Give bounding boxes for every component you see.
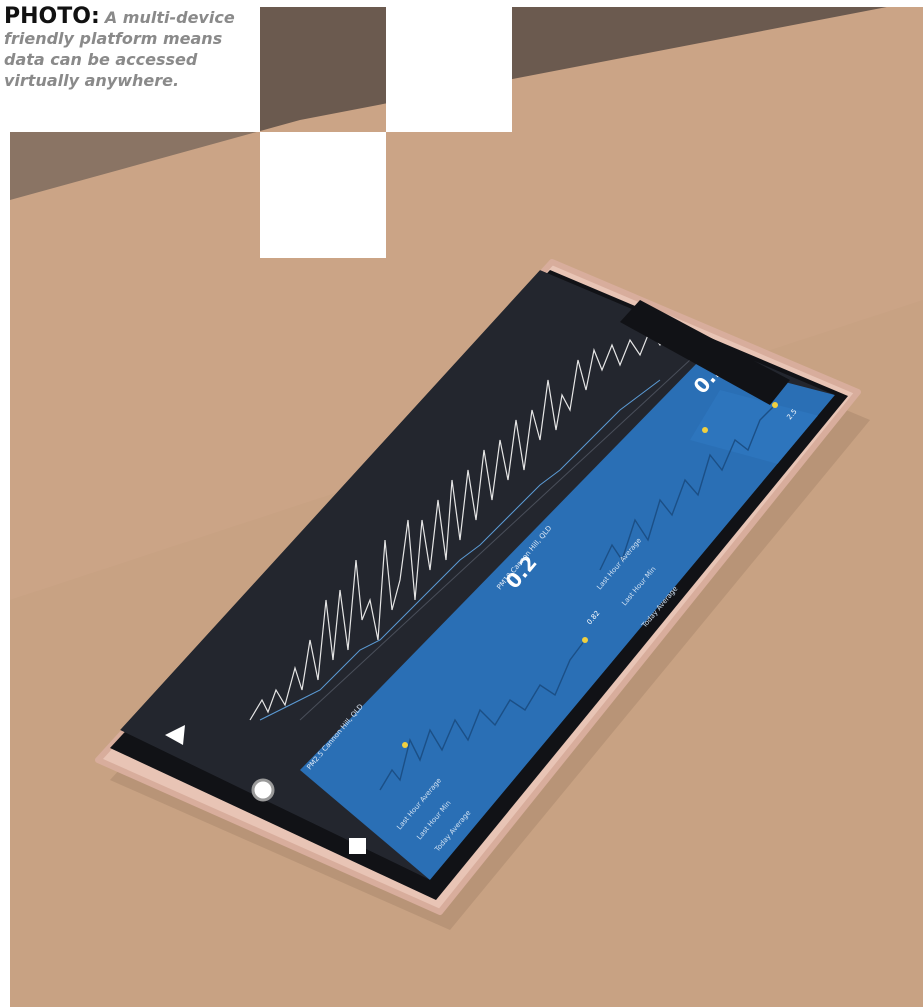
- white-strip-top: [260, 0, 386, 7]
- photo-caption: PHOTO: A multi-device friendly platform …: [4, 6, 259, 91]
- white-block-middle: [260, 132, 386, 258]
- photo-background: 0.2 0.2 PM2.5 Cannon Hill, QLD PM10 Cann…: [0, 0, 923, 1007]
- recents-icon[interactable]: [349, 838, 366, 854]
- white-margin-left: [0, 0, 10, 1007]
- white-block-top: [386, 0, 512, 132]
- white-strip-right: [512, 0, 923, 7]
- caption-label: PHOTO:: [4, 4, 100, 29]
- home-icon[interactable]: [251, 778, 275, 802]
